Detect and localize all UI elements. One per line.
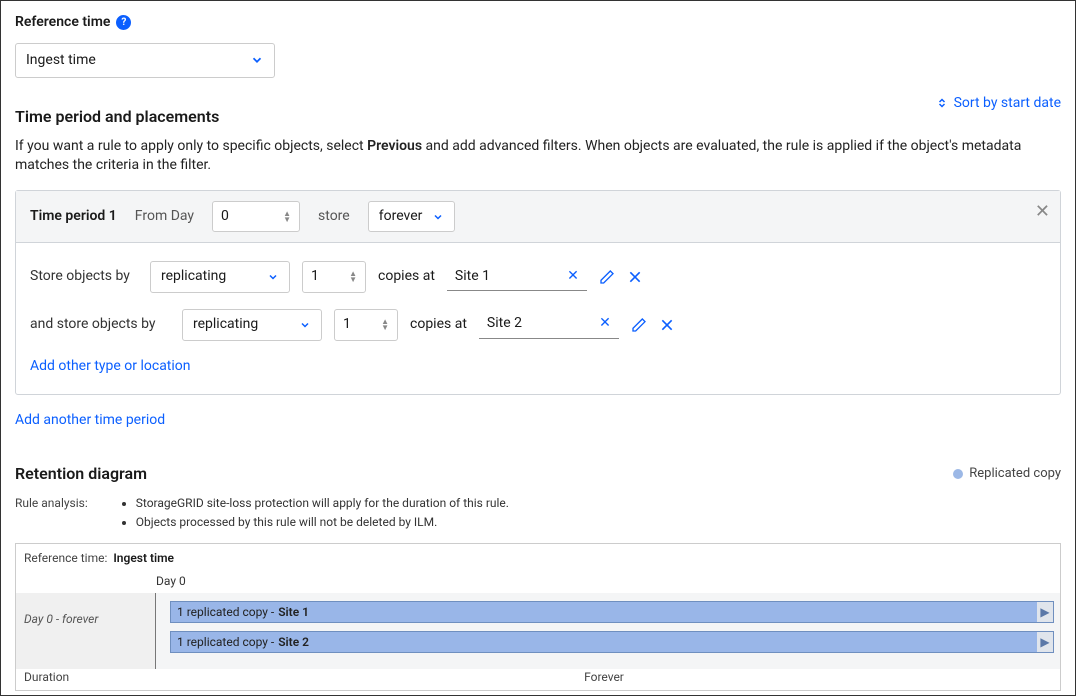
placements-heading: Time period and placements — [15, 106, 219, 128]
replicated-bar-1: 1 replicated copy - Site 1 ▶ — [170, 601, 1054, 623]
store-duration-select[interactable]: forever — [368, 201, 456, 233]
diagram-lanes: Day 0 - forever 1 replicated copy - Site… — [16, 593, 1060, 669]
clear-site-icon[interactable]: ✕ — [599, 314, 611, 334]
chevron-down-icon — [299, 319, 311, 331]
help-icon[interactable]: ? — [116, 15, 131, 30]
store-by-label: Store objects by — [30, 267, 138, 287]
chevron-down-icon — [250, 53, 264, 67]
store-label: store — [318, 207, 350, 227]
add-type-location-link[interactable]: Add other type or location — [30, 357, 1046, 377]
legend-dot-icon — [953, 469, 963, 479]
arrow-right-icon: ▶ — [1037, 632, 1053, 652]
analysis-label: Rule analysis: — [15, 495, 88, 533]
replicated-bar-2: 1 replicated copy - Site 2 ▶ — [170, 631, 1054, 653]
reference-time-label: Reference time ? — [15, 13, 131, 33]
analysis-bullet: StorageGRID site-loss protection will ap… — [136, 495, 509, 512]
rule-analysis: Rule analysis: StorageGRID site-loss pro… — [15, 495, 1061, 533]
from-day-label: From Day — [135, 207, 194, 227]
placement-row-1: Store objects by replicating 1 ▲▼ copies… — [30, 261, 1046, 293]
site-select-2[interactable]: Site 2 ✕ — [479, 310, 619, 339]
copies-input-2[interactable]: 1 ▲▼ — [334, 309, 398, 341]
storage-type-select-1[interactable]: replicating — [150, 261, 290, 293]
arrow-right-icon: ▶ — [1037, 602, 1053, 622]
chevron-down-icon — [267, 271, 279, 283]
retention-heading: Retention diagram — [15, 463, 147, 485]
remove-row-icon[interactable] — [627, 269, 643, 285]
sort-icon — [936, 96, 948, 110]
reference-time-select[interactable]: Ingest time — [15, 43, 275, 79]
edit-icon[interactable] — [599, 269, 615, 285]
time-period-header: Time period 1 From Day 0 ▲▼ store foreve… — [16, 191, 1060, 244]
close-icon[interactable]: ✕ — [1035, 199, 1050, 224]
stepper-icon: ▲▼ — [381, 319, 389, 331]
bars-area: 1 replicated copy - Site 1 ▶ 1 replicate… — [156, 593, 1060, 669]
placement-row-2: and store objects by replicating 1 ▲▼ co… — [30, 309, 1046, 341]
clear-site-icon[interactable]: ✕ — [567, 267, 579, 287]
range-label: Day 0 - forever — [16, 593, 156, 669]
time-period-title: Time period 1 — [30, 207, 117, 227]
time-period-body: Store objects by replicating 1 ▲▼ copies… — [16, 243, 1060, 394]
retention-diagram: Reference time: Ingest time Day 0 Day 0 … — [15, 543, 1061, 691]
duration-label: Duration — [24, 669, 156, 686]
sort-by-start-date[interactable]: Sort by start date — [936, 94, 1061, 114]
stepper-icon: ▲▼ — [349, 271, 357, 283]
diagram-footer: Duration Forever — [16, 669, 1060, 690]
and-store-by-label: and store objects by — [30, 315, 170, 335]
legend-replicated: Replicated copy — [953, 465, 1061, 483]
remove-row-icon[interactable] — [659, 317, 675, 333]
forever-label: Forever — [156, 669, 1052, 686]
stepper-icon: ▲▼ — [283, 211, 291, 223]
add-time-period-link[interactable]: Add another time period — [15, 411, 1061, 431]
analysis-bullet: Objects processed by this rule will not … — [136, 514, 509, 531]
sort-label: Sort by start date — [954, 94, 1061, 114]
placements-description: If you want a rule to apply only to spec… — [15, 137, 1045, 176]
chevron-down-icon — [432, 211, 444, 223]
edit-icon[interactable] — [631, 317, 647, 333]
copies-at-label-2: copies at — [410, 315, 467, 335]
analysis-bullets: StorageGRID site-loss protection will ap… — [118, 495, 509, 533]
store-duration-value: forever — [379, 207, 423, 227]
day-marker: Day 0 — [16, 573, 1060, 590]
storage-type-select-2[interactable]: replicating — [182, 309, 322, 341]
copies-at-label: copies at — [378, 267, 435, 287]
reference-time-value: Ingest time — [26, 51, 96, 71]
reference-time-text: Reference time — [15, 13, 110, 33]
site-select-1[interactable]: Site 1 ✕ — [447, 263, 587, 292]
time-period-card: Time period 1 From Day 0 ▲▼ store foreve… — [15, 190, 1061, 395]
diagram-reference-row: Reference time: Ingest time — [16, 544, 1060, 573]
copies-input-1[interactable]: 1 ▲▼ — [302, 261, 366, 293]
from-day-input[interactable]: 0 ▲▼ — [212, 201, 300, 233]
from-day-value: 0 — [221, 207, 229, 227]
